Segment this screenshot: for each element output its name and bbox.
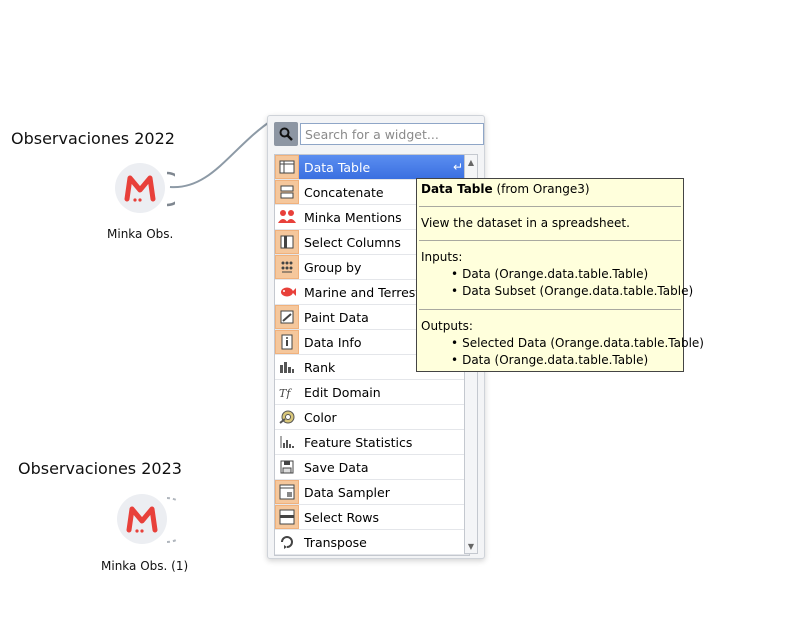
fish-icon (275, 280, 299, 304)
widget-item-edit-domain[interactable]: Tf Edit Domain (275, 380, 469, 405)
tooltip-input-item: Data (Orange.data.table.Table) (451, 267, 648, 281)
output-anchor[interactable] (161, 496, 177, 544)
feature-statistics-icon (275, 430, 299, 454)
tooltip-output-item: Data (Orange.data.table.Table) (451, 353, 648, 367)
minka-logo-icon (117, 494, 167, 544)
tooltip-title: Data Table (421, 182, 493, 196)
widget-item-label: Feature Statistics (304, 434, 413, 450)
data-table-icon (275, 155, 299, 179)
annotation-observaciones-2023[interactable]: Observaciones 2023 (18, 459, 182, 478)
save-data-icon (275, 455, 299, 479)
widget-item-label: Color (304, 409, 337, 425)
widget-tooltip: Data Table (from Orange3) View the datas… (416, 178, 704, 372)
tooltip-outputs-heading: Outputs: (421, 319, 473, 333)
data-info-icon (275, 330, 299, 354)
select-columns-icon (275, 230, 299, 254)
rank-icon (275, 355, 299, 379)
tooltip-inputs-heading: Inputs: (421, 250, 463, 264)
paint-data-icon (275, 305, 299, 329)
concatenate-icon (275, 180, 299, 204)
widget-item-label: Select Rows (304, 509, 380, 525)
tooltip-title-line: Data Table (from Orange3) (421, 182, 590, 196)
widget-item-data-sampler[interactable]: Data Sampler (275, 480, 469, 505)
widget-node-minka-obs-1[interactable] (117, 494, 177, 546)
transpose-icon (275, 530, 299, 554)
annotation-observaciones-2022[interactable]: Observaciones 2022 (11, 129, 175, 148)
widget-item-select-rows[interactable]: Select Rows (275, 505, 469, 530)
minka-mentions-icon (275, 205, 299, 229)
scroll-up-icon[interactable]: ▲ (465, 155, 477, 169)
widget-item-label: Save Data (304, 459, 369, 475)
widget-item-feature-statistics[interactable]: Feature Statistics (275, 430, 469, 455)
edit-domain-icon: Tf (275, 380, 299, 404)
widget-search-input[interactable] (300, 123, 484, 145)
color-icon (275, 405, 299, 429)
node-label: Minka Obs. (107, 227, 174, 241)
widget-item-label: Transpose (304, 534, 367, 550)
minka-logo-icon (115, 163, 165, 213)
tooltip-divider (419, 309, 681, 310)
data-sampler-icon (275, 480, 299, 504)
search-icon[interactable] (274, 122, 298, 146)
widget-item-label: Data Table (304, 159, 371, 175)
widget-item-data-table[interactable]: Data Table ↵ (275, 155, 469, 180)
tooltip-output-item: Selected Data (Orange.data.table.Table) (451, 336, 704, 350)
svg-text:Tf: Tf (279, 387, 292, 399)
widget-item-transpose[interactable]: Transpose (275, 530, 469, 555)
select-rows-icon (275, 505, 299, 529)
tooltip-source: (from Orange3) (492, 182, 590, 196)
tooltip-description: View the dataset in a spreadsheet. (421, 216, 630, 230)
widget-item-color[interactable]: Color (275, 405, 469, 430)
widget-item-save-data[interactable]: Save Data (275, 455, 469, 480)
widget-item-label: Data Sampler (304, 484, 390, 500)
node-label: Minka Obs. (1) (101, 559, 189, 573)
tooltip-divider (419, 206, 681, 207)
tooltip-input-item: Data Subset (Orange.data.table.Table) (451, 284, 693, 298)
tooltip-divider (419, 240, 681, 241)
widget-item-label: Edit Domain (304, 384, 381, 400)
widget-node-minka-obs[interactable] (115, 163, 175, 215)
output-anchor[interactable] (159, 171, 175, 207)
scroll-down-icon[interactable]: ▼ (465, 539, 477, 553)
group-by-icon (275, 255, 299, 279)
